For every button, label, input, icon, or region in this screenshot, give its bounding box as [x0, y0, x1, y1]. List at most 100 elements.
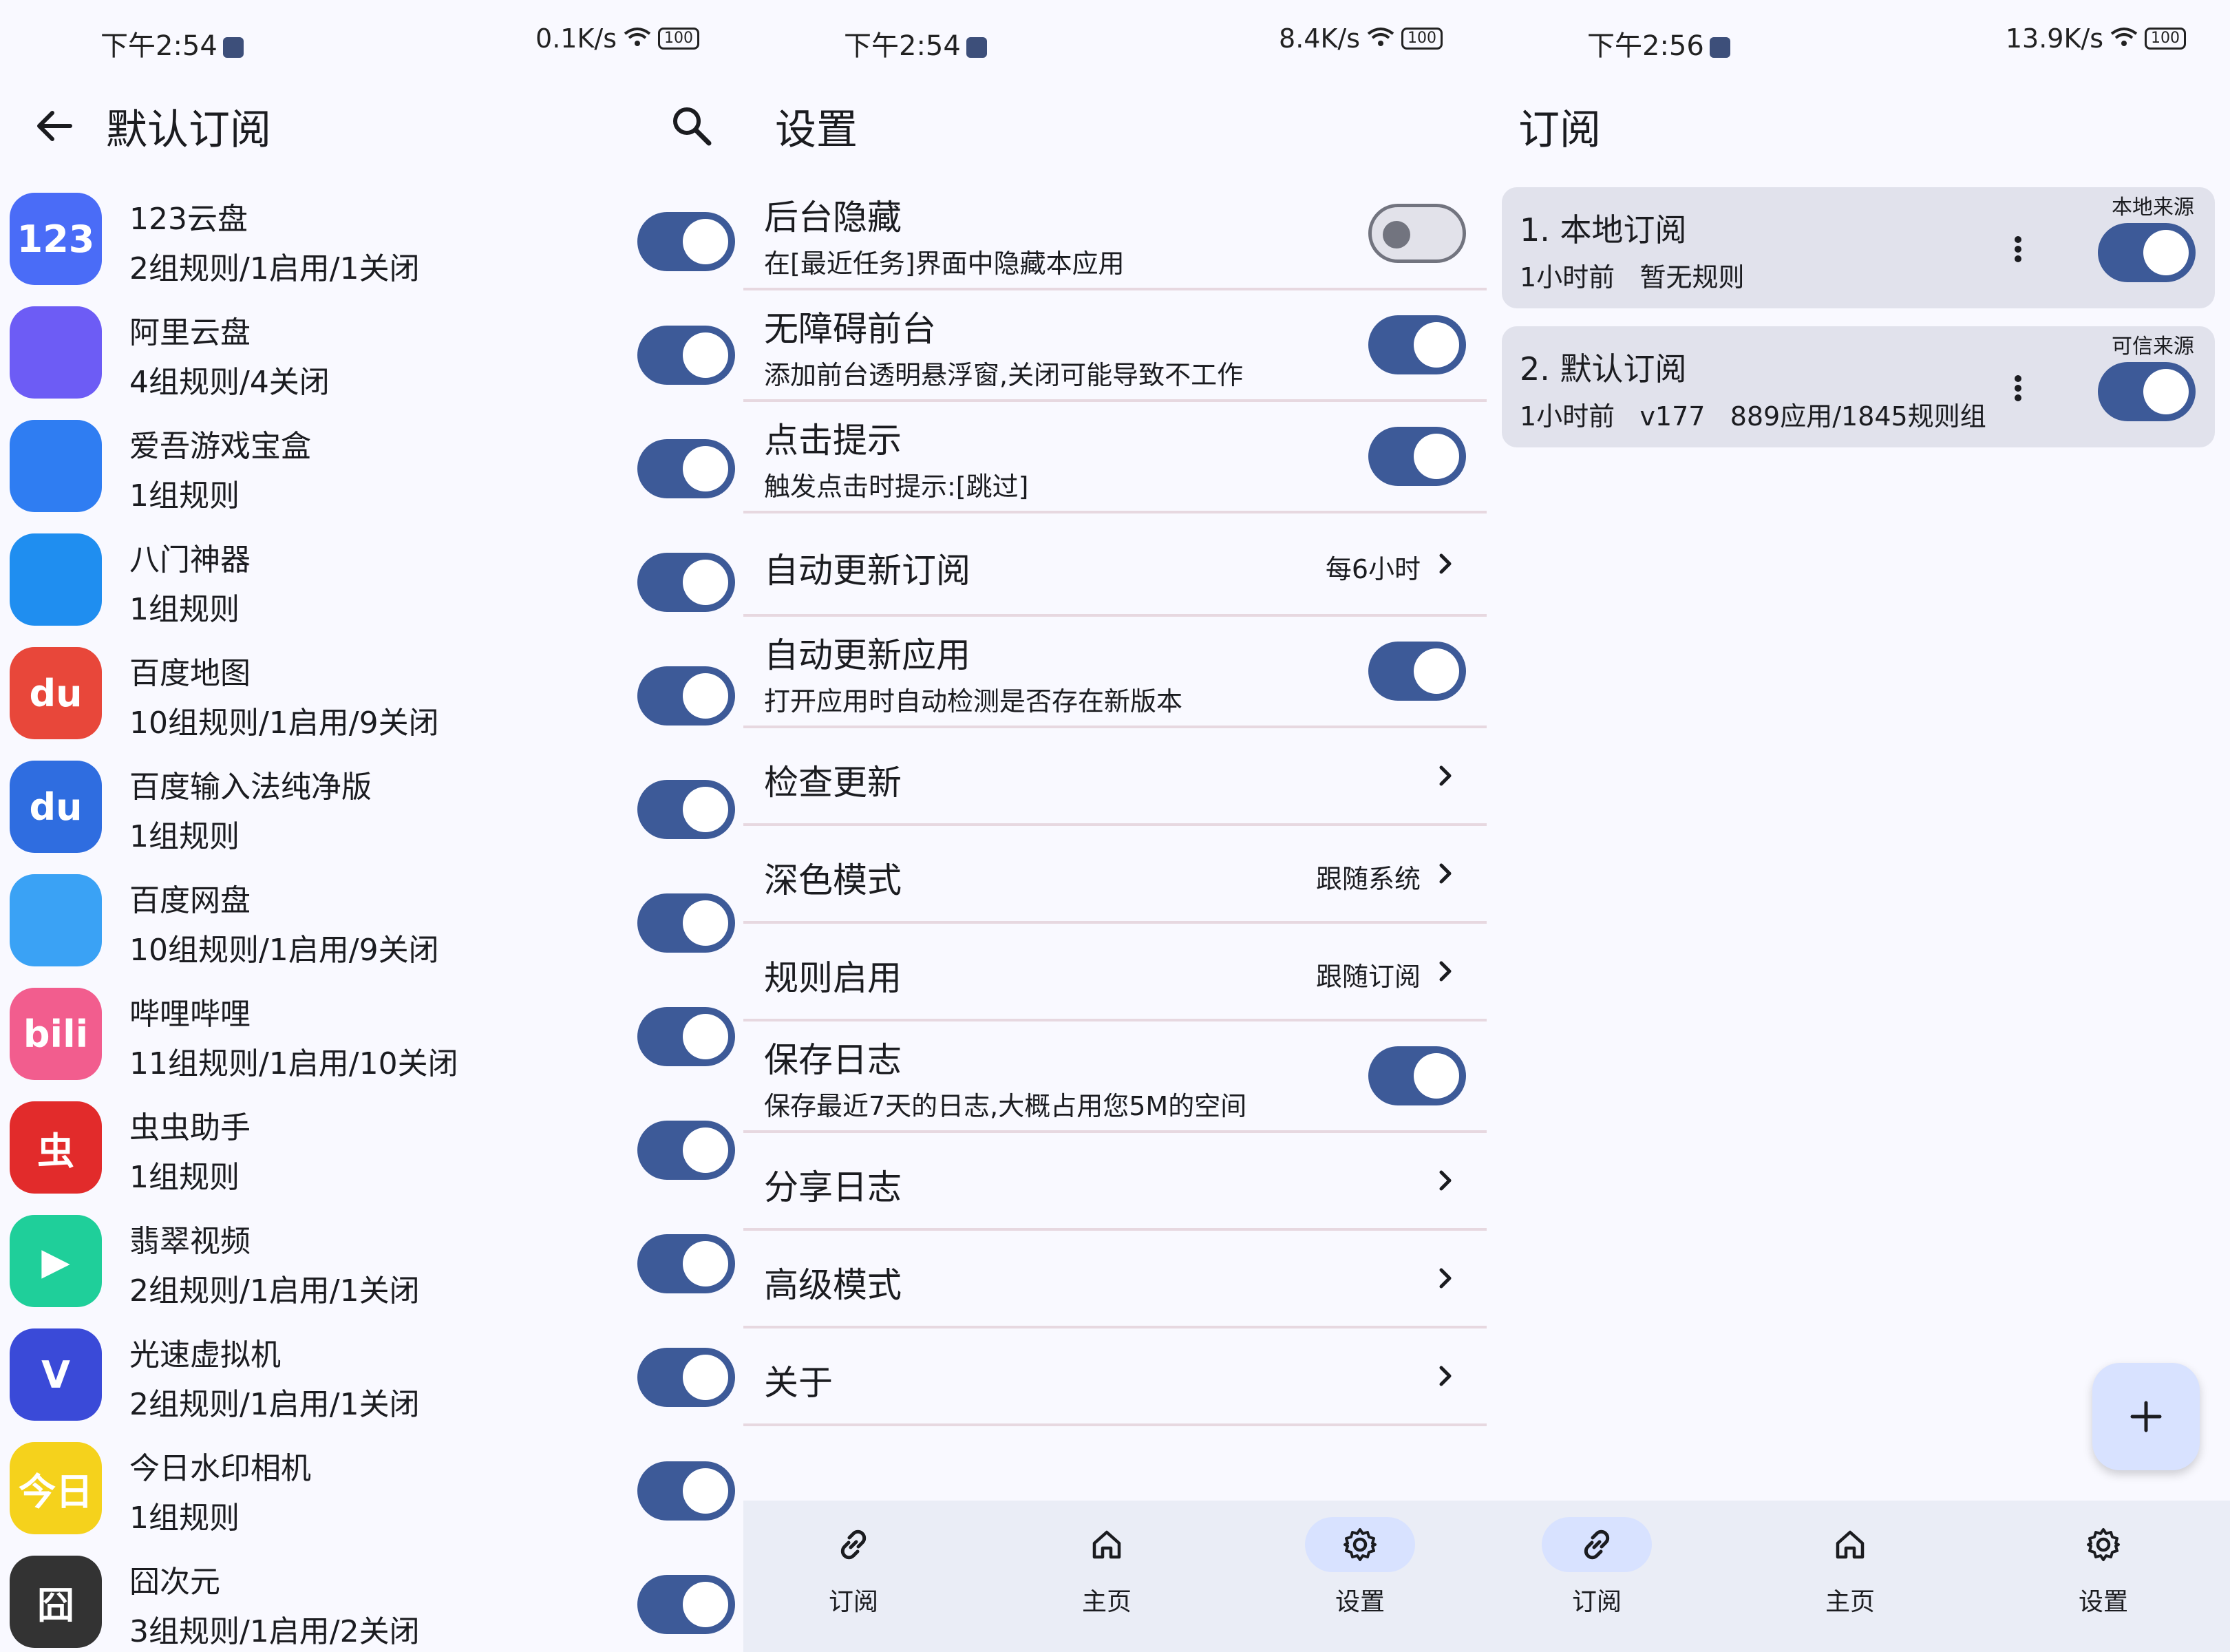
- subscription-card[interactable]: 1. 本地订阅 1小时前 暂无规则 本地来源: [1502, 187, 2215, 308]
- subscription-info: 暂无规则: [1639, 262, 1745, 293]
- app-enable-toggle[interactable]: [637, 1234, 735, 1293]
- link-icon: [1542, 1517, 1652, 1572]
- nav-item-home[interactable]: 主页: [1038, 1517, 1176, 1618]
- app-name: 翡翠视频: [129, 1224, 251, 1259]
- nav-item-link[interactable]: 订阅: [1528, 1517, 1666, 1618]
- setting-toggle[interactable]: [1368, 204, 1466, 263]
- app-rule-summary: 2组规则/1启用/1关闭: [129, 1273, 420, 1309]
- source-badge: 可信来源: [2112, 335, 2194, 359]
- nav-item-gear[interactable]: 设置: [2035, 1517, 2172, 1618]
- setting-row[interactable]: 保存日志 保存最近7天的日志,大概占用您5M的空间: [743, 1021, 1487, 1133]
- app-enable-toggle[interactable]: [637, 553, 735, 612]
- app-rule-summary: 4组规则/4关闭: [129, 365, 330, 400]
- page-title: 设置: [775, 106, 858, 154]
- app-rule-row[interactable]: 阿里云盘 4组规则/4关闭: [0, 293, 743, 406]
- app-icon: bili: [10, 988, 102, 1080]
- app-rule-summary: 2组规则/1启用/1关闭: [129, 1387, 420, 1422]
- app-icon: [10, 533, 102, 626]
- status-bar: 下午2:54 0.1K/s 100: [0, 0, 743, 83]
- app-rule-row[interactable]: 今日 今日水印相机 1组规则: [0, 1428, 743, 1542]
- subscription-toggle[interactable]: [2098, 362, 2196, 421]
- status-indicators: 13.9K/s 100: [2006, 23, 2186, 54]
- app-rule-row[interactable]: 爱吾游戏宝盒 1组规则: [0, 406, 743, 520]
- setting-toggle[interactable]: [1368, 315, 1466, 374]
- setting-toggle[interactable]: [1368, 427, 1466, 486]
- app-enable-toggle[interactable]: [637, 212, 735, 271]
- app-rule-summary: 11组规则/1启用/10关闭: [129, 1046, 458, 1081]
- setting-value: 跟随订阅: [1315, 962, 1421, 992]
- app-enable-toggle[interactable]: [637, 326, 735, 385]
- setting-row[interactable]: 点击提示 触发点击时提示:[跳过]: [743, 402, 1487, 513]
- app-name: 爱吾游戏宝盒: [129, 429, 311, 464]
- app-rule-row[interactable]: bili 哔哩哔哩 11组规则/1启用/10关闭: [0, 974, 743, 1088]
- setting-row[interactable]: 自动更新应用 打开应用时自动检测是否存在新版本: [743, 617, 1487, 728]
- app-rule-row[interactable]: 百度网盘 10组规则/1启用/9关闭: [0, 860, 743, 974]
- app-rule-row[interactable]: 囧囧次元 3组规则/1启用/2关闭: [0, 1542, 743, 1652]
- add-subscription-button[interactable]: [2092, 1363, 2200, 1470]
- setting-row[interactable]: 分享日志: [743, 1133, 1487, 1231]
- app-enable-toggle[interactable]: [637, 666, 735, 726]
- more-vert-icon[interactable]: [1997, 229, 2039, 270]
- app-rule-row[interactable]: 八门神器 1组规则: [0, 520, 743, 633]
- more-vert-icon[interactable]: [1997, 368, 2039, 409]
- app-name: 光速虚拟机: [129, 1337, 281, 1373]
- app-enable-toggle[interactable]: [637, 1575, 735, 1634]
- app-enable-toggle[interactable]: [637, 1461, 735, 1521]
- app-rule-row[interactable]: du 百度地图 10组规则/1启用/9关闭: [0, 633, 743, 747]
- search-icon[interactable]: [668, 102, 716, 150]
- setting-toggle[interactable]: [1368, 1046, 1466, 1105]
- setting-row[interactable]: 高级模式: [743, 1231, 1487, 1328]
- subscription-card[interactable]: 2. 默认订阅 1小时前 v177 889应用/1845规则组 可信来源: [1502, 326, 2215, 447]
- setting-title: 无障碍前台: [764, 309, 936, 349]
- app-enable-toggle[interactable]: [637, 1121, 735, 1180]
- app-rule-row[interactable]: 123 123云盘 2组规则/1启用/1关闭: [0, 179, 743, 293]
- app-rule-row[interactable]: 虫虫虫助手 1组规则: [0, 1088, 743, 1201]
- status-time: 下午2:56: [1587, 23, 1730, 63]
- setting-row[interactable]: 检查更新: [743, 728, 1487, 826]
- app-enable-toggle[interactable]: [637, 439, 735, 498]
- app-enable-toggle[interactable]: [637, 780, 735, 839]
- app-name: 阿里云盘: [129, 315, 251, 350]
- app-rule-summary: 2组规则/1启用/1关闭: [129, 251, 420, 286]
- setting-description: 添加前台透明悬浮窗,关闭可能导致不工作: [764, 360, 1244, 390]
- back-arrow-icon[interactable]: [30, 102, 78, 150]
- app-icon: du: [10, 761, 102, 853]
- subscription-toggle[interactable]: [2098, 223, 2196, 282]
- app-enable-toggle[interactable]: [637, 1348, 735, 1407]
- nav-item-link[interactable]: 订阅: [785, 1517, 922, 1618]
- battery-icon: 100: [658, 28, 699, 50]
- setting-row[interactable]: 关于: [743, 1328, 1487, 1426]
- app-rule-row[interactable]: ▶ 翡翠视频 2组规则/1启用/1关闭: [0, 1201, 743, 1315]
- app-rule-summary: 1组规则: [129, 819, 240, 854]
- setting-title: 规则启用: [764, 958, 902, 998]
- setting-description: 在[最近任务]界面中隐藏本应用: [764, 248, 1125, 279]
- setting-row[interactable]: 无障碍前台添加前台透明悬浮窗,关闭可能导致不工作: [743, 290, 1487, 402]
- nav-item-gear[interactable]: 设置: [1291, 1517, 1429, 1618]
- app-enable-toggle[interactable]: [637, 1007, 735, 1066]
- app-name: 八门神器: [129, 542, 251, 578]
- setting-row[interactable]: 深色模式 跟随系统: [743, 826, 1487, 924]
- app-icon: [10, 306, 102, 399]
- setting-toggle[interactable]: [1368, 642, 1466, 701]
- setting-title: 自动更新订阅: [764, 551, 970, 591]
- app-rule-row[interactable]: V 光速虚拟机 2组规则/1启用/1关闭: [0, 1315, 743, 1428]
- app-rule-summary: 10组规则/1启用/9关闭: [129, 933, 439, 968]
- subscription-name: 1. 本地订阅: [1520, 211, 1687, 248]
- app-name: 囧次元: [129, 1565, 220, 1600]
- home-icon: [1052, 1517, 1162, 1572]
- app-name: 百度输入法纯净版: [129, 770, 372, 805]
- settings-list: 后台隐藏 在[最近任务]界面中隐藏本应用无障碍前台添加前台透明悬浮窗,关闭可能导致…: [743, 179, 1487, 1426]
- nav-item-home[interactable]: 主页: [1781, 1517, 1919, 1618]
- setting-title: 点击提示: [764, 421, 902, 460]
- app-enable-toggle[interactable]: [637, 893, 735, 953]
- chevron-right-icon: [1432, 1362, 1459, 1390]
- app-rule-summary: 1组规则: [129, 478, 240, 513]
- subscription-meta: 1小时前 v177 889应用/1845规则组: [1520, 395, 1986, 433]
- app-rule-row[interactable]: du 百度输入法纯净版 1组规则: [0, 747, 743, 860]
- setting-row[interactable]: 规则启用 跟随订阅: [743, 924, 1487, 1021]
- setting-title: 检查更新: [764, 763, 902, 803]
- subscriptions-screen: 下午2:56 13.9K/s 100 订阅 1. 本地订阅 1小时前 暂无规则 本地…: [1487, 0, 2230, 1652]
- setting-row[interactable]: 后台隐藏 在[最近任务]界面中隐藏本应用: [743, 179, 1487, 290]
- chevron-right-icon: [1432, 1264, 1459, 1292]
- setting-row[interactable]: 自动更新订阅 每6小时: [743, 513, 1487, 617]
